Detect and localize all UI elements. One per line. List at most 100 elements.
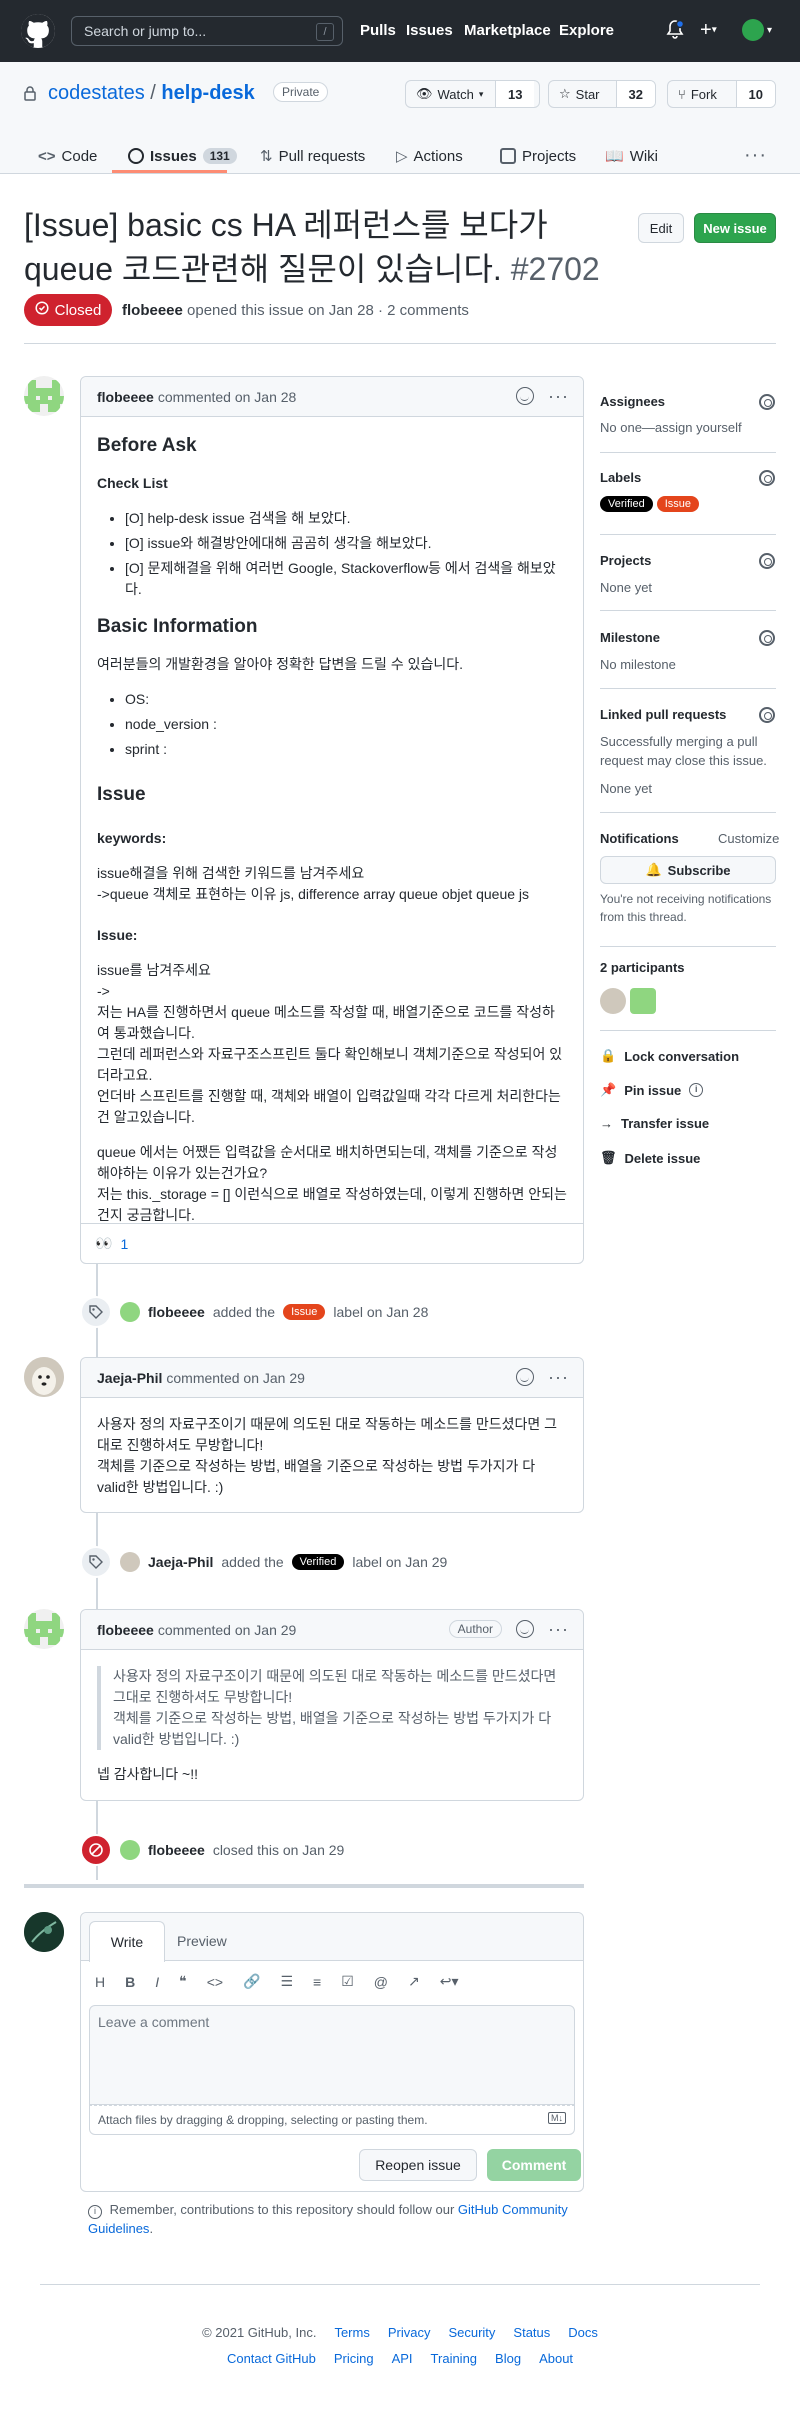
star-button[interactable]: ☆ Star 32 (548, 80, 656, 108)
notifications-bell-icon[interactable] (666, 19, 685, 43)
issue-author-link[interactable]: flobeeee (122, 302, 183, 319)
gear-icon[interactable] (759, 394, 775, 410)
comment-textarea[interactable]: Leave a comment (89, 2005, 575, 2105)
add-reaction-icon[interactable] (516, 1620, 535, 1638)
reaction-eyes-button[interactable]: 👀 1 (95, 1235, 128, 1252)
current-user-avatar[interactable] (24, 1912, 64, 1952)
quote-icon[interactable]: ❝ (179, 1973, 187, 1990)
repo-name-link[interactable]: help-desk (161, 82, 254, 104)
footer-link-docs[interactable]: Docs (568, 2325, 598, 2340)
avatar[interactable] (630, 988, 656, 1014)
mention-icon[interactable]: @ (374, 1974, 388, 1990)
footer-link-security[interactable]: Security (448, 2325, 495, 2340)
delete-issue-button[interactable]: 🗑 Delete issue (600, 1150, 700, 1166)
comment-author[interactable]: flobeeee (97, 389, 154, 405)
avatar[interactable] (600, 988, 626, 1014)
watch-count[interactable]: 13 (496, 81, 535, 107)
pin-issue-button[interactable]: 📌 Pin issue i (600, 1082, 704, 1098)
avatar[interactable] (24, 1357, 64, 1397)
footer-link-privacy[interactable]: Privacy (388, 2325, 431, 2340)
tab-preview[interactable]: Preview (177, 1933, 227, 1949)
event-actor[interactable]: Jaeja-Phil (148, 1554, 213, 1570)
tab-issues[interactable]: Issues 131 (128, 138, 237, 174)
avatar[interactable] (24, 1609, 64, 1649)
event-actor[interactable]: flobeeee (148, 1304, 205, 1320)
footer-link-terms[interactable]: Terms (334, 2325, 369, 2340)
more-options-icon[interactable]: ··· (548, 1368, 569, 1386)
fork-count[interactable]: 10 (736, 81, 775, 107)
italic-icon[interactable]: I (155, 1974, 159, 1990)
more-options-icon[interactable]: ··· (548, 1620, 569, 1638)
create-new-plus-icon[interactable]: +▾ (700, 20, 717, 41)
footer-link-api[interactable]: API (392, 2351, 413, 2366)
sidebar-linked-prs-heading[interactable]: Linked pull requests (600, 707, 726, 722)
avatar[interactable] (120, 1840, 140, 1860)
star-count[interactable]: 32 (616, 81, 655, 107)
footer-link-pricing[interactable]: Pricing (334, 2351, 374, 2366)
comment-author[interactable]: flobeeee (97, 1622, 154, 1638)
avatar[interactable] (120, 1302, 140, 1322)
numbered-list-icon[interactable]: ≡ (313, 1974, 321, 1990)
tab-write[interactable]: Write (89, 1921, 165, 1962)
assignees-value[interactable]: No one—assign yourself (600, 418, 776, 437)
footer-link-status[interactable]: Status (513, 2325, 550, 2340)
code-icon[interactable]: <> (207, 1974, 223, 1990)
avatar[interactable] (24, 376, 64, 416)
transfer-issue-button[interactable]: → Transfer issue (600, 1116, 709, 1131)
search-input[interactable]: Search or jump to... / (71, 16, 343, 46)
tab-code[interactable]: <> Code (38, 138, 97, 174)
footer-link-contact[interactable]: Contact GitHub (227, 2351, 316, 2366)
sidebar-assignees-heading[interactable]: Assignees (600, 394, 665, 409)
comment-time[interactable]: commented on Jan 29 (158, 1622, 297, 1638)
saved-replies-icon[interactable]: ↩▾ (440, 1973, 459, 1990)
sidebar-projects-heading[interactable]: Projects (600, 553, 651, 568)
task-list-icon[interactable]: ☑ (341, 1973, 354, 1990)
watch-button[interactable]: 👁 Watch ▾ 13 (405, 80, 540, 108)
footer-link-about[interactable]: About (539, 2351, 573, 2366)
tab-actions[interactable]: ▷ Actions (396, 138, 463, 174)
label-verified-pill[interactable]: Verified (291, 1554, 345, 1570)
add-reaction-icon[interactable] (516, 1368, 535, 1386)
tab-projects[interactable]: Projects (500, 138, 576, 174)
bullet-list-icon[interactable]: ☰ (280, 1973, 293, 1990)
link-icon[interactable]: 🔗 (243, 1973, 260, 1990)
bold-icon[interactable]: B (125, 1974, 135, 1990)
nav-explore[interactable]: Explore (559, 22, 614, 39)
customize-notifications-link[interactable]: Customize (718, 831, 779, 846)
github-logo-icon[interactable] (21, 14, 55, 48)
attach-files-bar[interactable]: Attach files by dragging & dropping, sel… (89, 2105, 575, 2135)
new-issue-button[interactable]: New issue (694, 213, 776, 243)
comment-author[interactable]: Jaeja-Phil (97, 1370, 162, 1386)
gear-icon[interactable] (759, 470, 775, 486)
fork-button[interactable]: ⑂ Fork 10 (667, 80, 776, 108)
add-reaction-icon[interactable] (516, 387, 535, 405)
avatar[interactable] (120, 1552, 140, 1572)
tab-pull-requests[interactable]: ⇅ Pull requests (260, 138, 365, 174)
lock-conversation-button[interactable]: 🔒 Lock conversation (600, 1048, 739, 1064)
more-tabs-icon[interactable]: ··· (744, 144, 767, 167)
footer-link-training[interactable]: Training (431, 2351, 477, 2366)
gear-icon[interactable] (759, 707, 775, 723)
label-verified[interactable]: Verified (600, 496, 653, 512)
heading-icon[interactable]: H (95, 1974, 105, 1990)
repo-owner-link[interactable]: codestates (48, 82, 145, 104)
nav-pulls[interactable]: Pulls (360, 22, 396, 39)
comment-time[interactable]: commented on Jan 29 (166, 1370, 305, 1386)
comment-time[interactable]: commented on Jan 28 (158, 389, 297, 405)
footer-link-blog[interactable]: Blog (495, 2351, 521, 2366)
cross-reference-icon[interactable]: ↗ (408, 1973, 420, 1990)
sidebar-labels-heading[interactable]: Labels (600, 470, 641, 485)
event-actor[interactable]: flobeeee (148, 1842, 205, 1858)
more-options-icon[interactable]: ··· (548, 387, 569, 405)
markdown-icon[interactable]: M↓ (548, 2112, 566, 2124)
gear-icon[interactable] (759, 553, 775, 569)
gear-icon[interactable] (759, 630, 775, 646)
reopen-issue-button[interactable]: Reopen issue (359, 2149, 477, 2181)
nav-marketplace[interactable]: Marketplace (464, 22, 551, 39)
label-issue-pill[interactable]: Issue (283, 1304, 326, 1320)
sidebar-milestone-heading[interactable]: Milestone (600, 630, 660, 645)
label-issue[interactable]: Issue (656, 496, 699, 512)
user-menu[interactable]: ▾ (742, 19, 772, 41)
subscribe-button[interactable]: 🔔 Subscribe (600, 856, 776, 884)
tab-wiki[interactable]: 📖 Wiki (605, 138, 658, 174)
